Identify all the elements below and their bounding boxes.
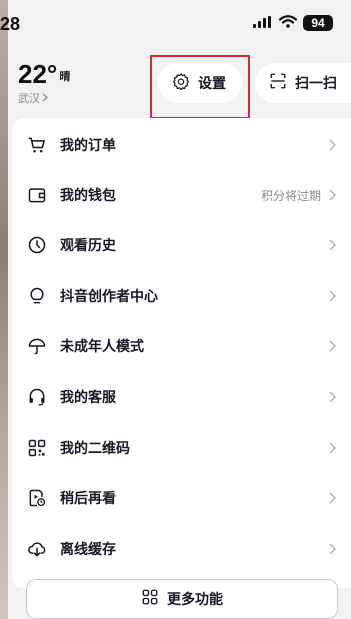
gear-icon xyxy=(172,72,190,94)
status-icons: 94 xyxy=(253,13,333,32)
menu-item-label: 我的钱包 xyxy=(60,188,116,204)
temperature: 22° xyxy=(18,59,58,89)
qrcode-icon xyxy=(26,437,48,459)
scan-label: 扫一扫 xyxy=(295,76,337,92)
chevron-right-icon xyxy=(327,441,337,455)
menu-item-label: 观看历史 xyxy=(60,238,116,254)
points-expiring-hint: 积分将过期 xyxy=(260,188,321,203)
menu-item-label: 稍后再看 xyxy=(60,491,116,507)
chevron-right-icon xyxy=(327,289,337,303)
chevron-right-icon xyxy=(327,188,337,202)
menu-item-label: 我的二维码 xyxy=(60,441,130,457)
status-bar: 28 94 xyxy=(0,0,351,44)
more-features-label: 更多功能 xyxy=(167,592,223,608)
settings-label: 设置 xyxy=(198,76,226,92)
menu-item-label: 我的订单 xyxy=(60,138,116,154)
chevron-right-icon xyxy=(327,238,337,252)
weather-widget[interactable]: 22° 晴 武汉 xyxy=(18,60,70,106)
status-time: 28 xyxy=(0,14,21,34)
bulb-icon xyxy=(26,285,48,307)
menu-item-teen-mode[interactable]: 未成年人模式 xyxy=(12,321,351,371)
cart-icon xyxy=(26,134,48,156)
chevron-right-icon xyxy=(327,390,337,404)
city-name: 武汉 xyxy=(18,92,40,105)
wifi-icon xyxy=(278,13,298,32)
menu-item-label: 我的客服 xyxy=(60,390,116,406)
menu-item-wallet[interactable]: 我的钱包 积分将过期 xyxy=(12,170,351,220)
headset-icon xyxy=(26,386,48,408)
clock-icon xyxy=(26,234,48,256)
menu-item-watch-later[interactable]: 稍后再看 xyxy=(12,473,351,523)
battery-indicator: 94 xyxy=(303,14,333,31)
watch-later-icon xyxy=(26,487,48,509)
chevron-right-icon xyxy=(327,339,337,353)
scan-icon xyxy=(269,72,287,94)
menu-item-label: 离线缓存 xyxy=(60,542,116,558)
menu-item-customer-service[interactable]: 我的客服 xyxy=(12,372,351,422)
menu-item-qr-code[interactable]: 我的二维码 xyxy=(12,423,351,473)
menu-item-label: 抖音创作者中心 xyxy=(60,289,158,305)
chevron-right-icon xyxy=(327,542,337,556)
grid-icon xyxy=(141,588,159,610)
menu-item-creator-center[interactable]: 抖音创作者中心 xyxy=(12,271,351,321)
download-cloud-icon xyxy=(26,538,48,560)
menu-item-label: 未成年人模式 xyxy=(60,339,144,355)
chevron-right-icon xyxy=(327,138,337,152)
wallet-icon xyxy=(26,184,48,206)
menu-card: 我的订单 我的钱包 积分将过期 观看历史 抖音创作者中心 未成年人模式 我的客服… xyxy=(12,118,351,588)
menu-item-orders[interactable]: 我的订单 xyxy=(12,120,351,170)
city-selector[interactable]: 武汉 xyxy=(18,90,70,106)
scan-button[interactable]: 扫一扫 xyxy=(255,63,351,103)
more-features-button[interactable]: 更多功能 xyxy=(26,579,338,619)
menu-item-offline-cache[interactable]: 离线缓存 xyxy=(12,524,351,574)
background-edge xyxy=(0,0,8,619)
weather-condition: 晴 xyxy=(59,70,71,83)
chevron-right-icon xyxy=(42,92,48,105)
menu-item-history[interactable]: 观看历史 xyxy=(12,220,351,270)
umbrella-icon xyxy=(26,335,48,357)
chevron-right-icon xyxy=(327,491,337,505)
signal-icon xyxy=(253,13,273,32)
settings-button[interactable]: 设置 xyxy=(158,63,242,103)
